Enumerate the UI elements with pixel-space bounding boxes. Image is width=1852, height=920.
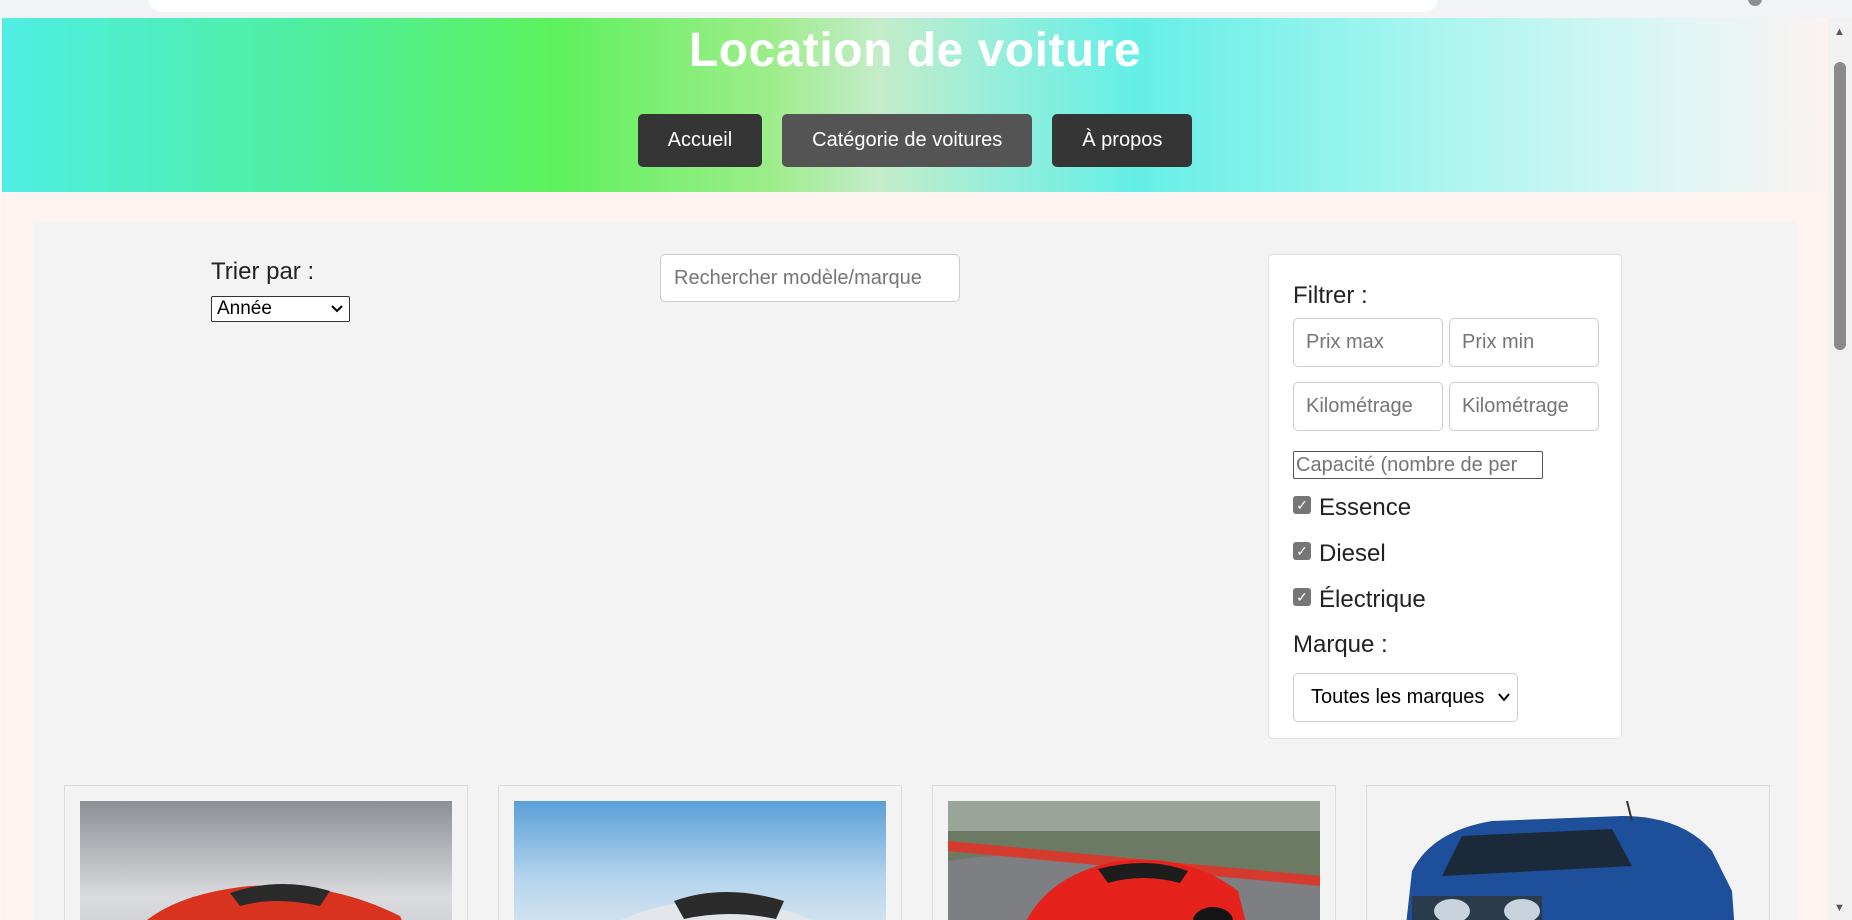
checkbox-diesel[interactable]: ✓ xyxy=(1293,542,1311,560)
price-max-input[interactable]: Prix max xyxy=(1293,318,1443,367)
profile-avatar-icon[interactable] xyxy=(1748,0,1762,6)
car-card[interactable] xyxy=(932,785,1336,920)
fuel-diesel-option[interactable]: ✓ Diesel xyxy=(1293,539,1386,569)
chevron-down-icon xyxy=(1497,674,1511,721)
search-input[interactable]: Rechercher modèle/marque xyxy=(660,254,960,302)
scroll-up-icon[interactable]: ▲ xyxy=(1834,26,1845,38)
car-image-blue-pickup-truck[interactable] xyxy=(1382,801,1754,920)
car-card[interactable] xyxy=(498,785,902,920)
car-card[interactable] xyxy=(1366,785,1770,920)
car-image-red-sports-car[interactable] xyxy=(80,801,452,920)
capacity-input[interactable]: Capacité (nombre de per xyxy=(1293,451,1543,479)
filter-panel: Filtrer : Prix max Prix min Kilométrage … xyxy=(1268,254,1622,739)
nav-categories-button[interactable]: Catégorie de voitures xyxy=(782,114,1033,167)
nav-about-button[interactable]: À propos xyxy=(1052,114,1193,167)
vertical-scrollbar[interactable]: ▲ ▼ xyxy=(1828,18,1852,920)
site-title: Location de voiture xyxy=(688,24,1142,77)
browser-toolbar xyxy=(0,0,1852,18)
brand-label: Marque : xyxy=(1293,631,1388,658)
main-nav: Accueil Catégorie de voitures À propos xyxy=(2,114,1828,167)
site-header: Location de voiture Accueil Catégorie de … xyxy=(2,18,1828,192)
fuel-diesel-label: Diesel xyxy=(1319,540,1386,567)
fuel-essence-label: Essence xyxy=(1319,494,1412,521)
sort-select[interactable]: Année xyxy=(211,296,350,322)
address-bar[interactable] xyxy=(148,0,1438,12)
main-content: Trier par : Année Rechercher modèle/marq… xyxy=(33,221,1798,920)
brand-selected-value: Toutes les marques xyxy=(1311,686,1485,708)
page: Location de voiture Accueil Catégorie de … xyxy=(2,18,1828,920)
checkbox-electric[interactable]: ✓ xyxy=(1293,588,1311,606)
price-min-input[interactable]: Prix min xyxy=(1449,318,1599,367)
chevron-down-icon xyxy=(330,297,344,328)
car-card[interactable] xyxy=(64,785,468,920)
filter-title: Filtrer : xyxy=(1293,282,1368,309)
mileage-min-input[interactable]: Kilométrage xyxy=(1449,382,1599,431)
brand-select[interactable]: Toutes les marques xyxy=(1293,673,1518,722)
fuel-electric-option[interactable]: ✓ Électrique xyxy=(1293,585,1426,615)
scrollbar-thumb[interactable] xyxy=(1834,62,1846,350)
car-image-white-electric-hatchback[interactable] xyxy=(514,801,886,920)
fuel-electric-label: Électrique xyxy=(1319,586,1426,613)
sort-selected-value: Année xyxy=(217,298,272,319)
fuel-essence-option[interactable]: ✓ Essence xyxy=(1293,493,1411,523)
mileage-max-input[interactable]: Kilométrage xyxy=(1293,382,1443,431)
sort-label: Trier par : xyxy=(211,258,315,285)
scroll-down-icon[interactable]: ▼ xyxy=(1834,902,1845,914)
nav-home-button[interactable]: Accueil xyxy=(637,114,763,167)
car-image-red-supercar-on-track[interactable] xyxy=(948,801,1320,920)
checkbox-essence[interactable]: ✓ xyxy=(1293,496,1311,514)
